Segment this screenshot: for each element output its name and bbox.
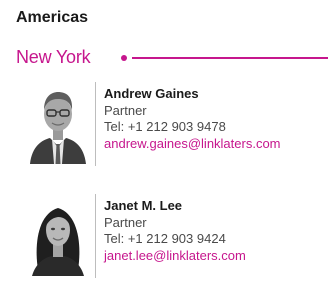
contact-email-link[interactable]: andrew.gaines@linklaters.com xyxy=(104,136,281,153)
office-dot-icon xyxy=(121,55,127,61)
office-name: New York xyxy=(16,47,91,67)
office-divider-line xyxy=(132,57,328,59)
contact-divider xyxy=(95,194,96,278)
region-title: Americas xyxy=(16,9,89,26)
contact-name: Janet M. Lee xyxy=(104,198,183,213)
contact-divider xyxy=(95,82,96,166)
office-header: New York xyxy=(16,46,328,70)
headshot-photo-icon xyxy=(28,194,88,276)
contact-card: Janet M. Lee Partner Tel: +1 212 903 942… xyxy=(28,194,328,278)
contact-name: Andrew Gaines xyxy=(104,86,199,101)
contact-email-link[interactable]: janet.lee@linklaters.com xyxy=(104,248,246,265)
contact-details: Janet M. Lee Partner Tel: +1 212 903 942… xyxy=(104,198,246,264)
contact-phone: Tel: +1 212 903 9478 xyxy=(104,119,226,134)
contact-card: Andrew Gaines Partner Tel: +1 212 903 94… xyxy=(28,82,328,166)
contact-details: Andrew Gaines Partner Tel: +1 212 903 94… xyxy=(104,86,281,152)
contact-role: Partner xyxy=(104,102,147,118)
contact-phone: Tel: +1 212 903 9424 xyxy=(104,231,226,246)
contact-role: Partner xyxy=(104,214,147,230)
headshot-photo-icon xyxy=(28,82,88,164)
